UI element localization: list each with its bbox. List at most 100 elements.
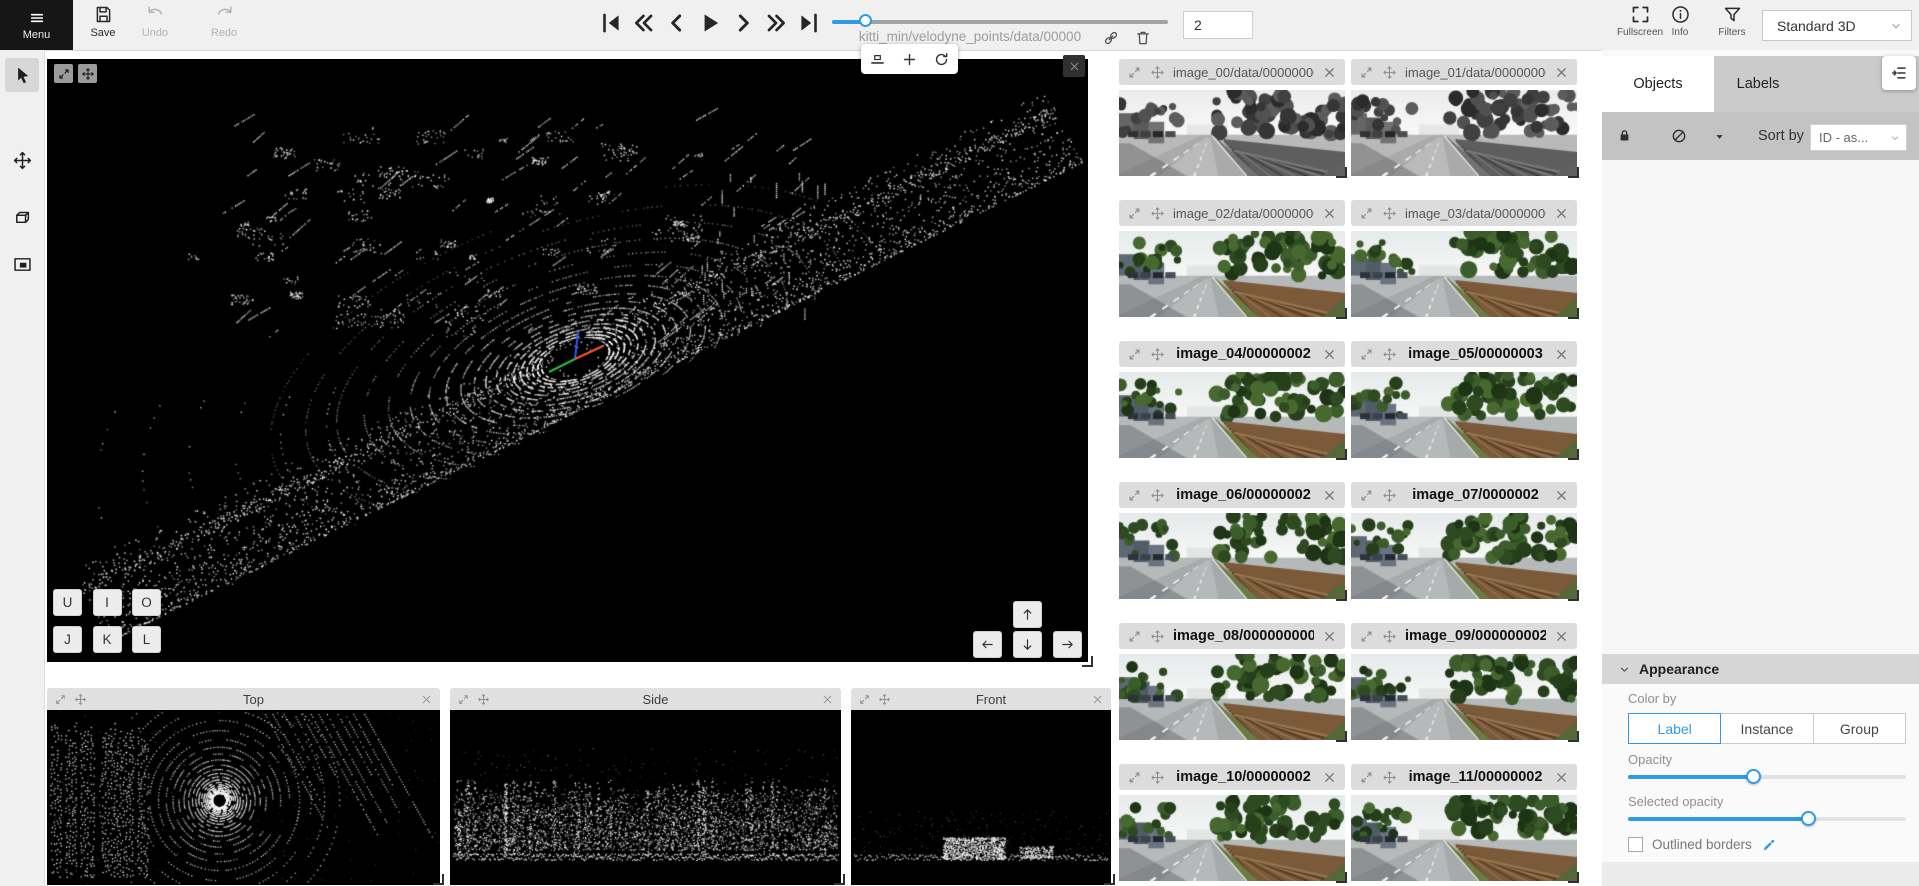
close-icon[interactable]	[1322, 347, 1337, 362]
move-icon[interactable]	[1382, 206, 1397, 221]
viewport-close-button[interactable]	[1063, 55, 1085, 77]
close-icon[interactable]	[1322, 206, 1337, 221]
pointcloud-projection-view[interactable]	[851, 710, 1111, 885]
tab-objects[interactable]: Objects	[1602, 56, 1714, 112]
tile-resize-handle[interactable]	[1568, 308, 1579, 319]
fullscreen-button[interactable]: Fullscreen	[1618, 4, 1662, 48]
key-i-button[interactable]: I	[93, 589, 122, 616]
tile-resize-handle[interactable]	[1568, 167, 1579, 178]
eyedropper-icon[interactable]	[1761, 836, 1778, 853]
camera-image[interactable]	[1119, 795, 1345, 881]
camera-image[interactable]	[1351, 231, 1577, 317]
info-button[interactable]: Info	[1658, 4, 1702, 48]
key-k-button[interactable]: K	[93, 626, 122, 653]
play-icon[interactable]	[697, 10, 723, 36]
save-button[interactable]: Save	[81, 4, 125, 48]
color-by-label-button[interactable]: Label	[1628, 713, 1721, 744]
slider-thumb[interactable]	[1801, 811, 1816, 826]
panel-header[interactable]: Front	[851, 688, 1111, 710]
close-icon[interactable]	[821, 693, 834, 706]
tile-resize-handle[interactable]	[1336, 449, 1347, 460]
undo-button[interactable]: Undo	[133, 4, 177, 48]
arrow-down-button[interactable]	[1013, 631, 1042, 658]
tile-header[interactable]: image_06/00000002	[1119, 482, 1345, 508]
selected-opacity-slider[interactable]	[1628, 811, 1906, 826]
expand-icon[interactable]	[54, 693, 67, 706]
appearance-section-header[interactable]: Appearance	[1602, 654, 1919, 684]
tile-resize-handle[interactable]	[1568, 590, 1579, 601]
move-icon[interactable]	[1382, 629, 1397, 644]
panel-header[interactable]: Side	[450, 688, 841, 710]
slider-track[interactable]	[832, 20, 1168, 24]
close-icon[interactable]	[1554, 629, 1569, 644]
expand-icon[interactable]	[1127, 65, 1142, 80]
move-icon[interactable]	[1382, 488, 1397, 503]
viewport-resize-handle[interactable]	[1082, 656, 1093, 667]
key-o-button[interactable]: O	[132, 589, 161, 616]
panel-resize-handle[interactable]	[433, 874, 444, 885]
align-ground-icon[interactable]	[869, 51, 886, 68]
slider-thumb[interactable]	[859, 14, 872, 27]
pointcloud-projection-view[interactable]	[450, 710, 841, 885]
camera-image[interactable]	[1351, 372, 1577, 458]
tab-labels[interactable]: Labels	[1714, 56, 1802, 112]
move-icon[interactable]	[1382, 347, 1397, 362]
tool-move-button[interactable]	[5, 143, 39, 177]
close-icon[interactable]	[1322, 629, 1337, 644]
next-frame-icon[interactable]	[730, 10, 756, 36]
sort-select[interactable]: ID - as...	[1810, 124, 1907, 151]
expand-icon[interactable]	[1359, 488, 1374, 503]
rotate-icon[interactable]	[933, 51, 950, 68]
expand-icon[interactable]	[1359, 206, 1374, 221]
tile-resize-handle[interactable]	[1336, 872, 1347, 883]
camera-image[interactable]	[1351, 654, 1577, 740]
expand-icon[interactable]	[1359, 770, 1374, 785]
outlined-borders-checkbox[interactable]	[1628, 837, 1643, 852]
slider-thumb[interactable]	[1746, 769, 1761, 784]
menu-button[interactable]: Menu	[0, 0, 73, 50]
tile-header[interactable]: image_07/0000002	[1351, 482, 1577, 508]
filters-button[interactable]: Filters	[1710, 4, 1754, 48]
camera-image[interactable]	[1119, 654, 1345, 740]
move-icon[interactable]	[1150, 488, 1165, 503]
move-view-button[interactable]	[78, 64, 97, 83]
key-u-button[interactable]: U	[53, 589, 82, 616]
tile-resize-handle[interactable]	[1336, 731, 1347, 742]
key-l-button[interactable]: L	[132, 626, 161, 653]
tile-resize-handle[interactable]	[1336, 590, 1347, 601]
key-j-button[interactable]: J	[53, 626, 82, 653]
close-icon[interactable]	[420, 693, 433, 706]
move-icon[interactable]	[878, 693, 891, 706]
eye-off-icon[interactable]	[1670, 127, 1688, 145]
tile-header[interactable]: image_10/00000002	[1119, 764, 1345, 790]
close-icon[interactable]	[1091, 693, 1104, 706]
camera-image[interactable]	[1119, 372, 1345, 458]
tile-resize-handle[interactable]	[1336, 308, 1347, 319]
camera-image[interactable]	[1119, 231, 1345, 317]
objects-list[interactable]	[1602, 160, 1919, 654]
close-icon[interactable]	[1554, 488, 1569, 503]
arrow-right-button[interactable]	[1053, 631, 1082, 658]
color-by-group-button[interactable]: Group	[1813, 713, 1906, 744]
tile-header[interactable]: image_11/00000002	[1351, 764, 1577, 790]
caret-down-icon[interactable]	[1712, 129, 1727, 144]
tool-cuboid-button[interactable]	[5, 200, 39, 234]
move-icon[interactable]	[1382, 770, 1397, 785]
fast-forward-icon[interactable]	[763, 10, 789, 36]
frame-slider[interactable]	[832, 15, 1168, 29]
camera-image[interactable]	[1351, 513, 1577, 599]
tile-header[interactable]: image_02/data/0000000002	[1119, 200, 1345, 226]
trash-icon[interactable]	[1134, 29, 1152, 47]
expand-icon[interactable]	[1359, 347, 1374, 362]
move-icon[interactable]	[1150, 629, 1165, 644]
tile-resize-handle[interactable]	[1568, 872, 1579, 883]
expand-icon[interactable]	[1359, 65, 1374, 80]
panel-resize-handle[interactable]	[834, 874, 845, 885]
expand-icon[interactable]	[1127, 488, 1142, 503]
previous-frame-icon[interactable]	[664, 10, 690, 36]
pointcloud-main-view[interactable]	[47, 59, 1088, 662]
close-icon[interactable]	[1322, 488, 1337, 503]
main-3d-viewport[interactable]: UIO JKL	[47, 59, 1088, 662]
expand-icon[interactable]	[1359, 629, 1374, 644]
pointcloud-projection-view[interactable]	[47, 710, 440, 885]
